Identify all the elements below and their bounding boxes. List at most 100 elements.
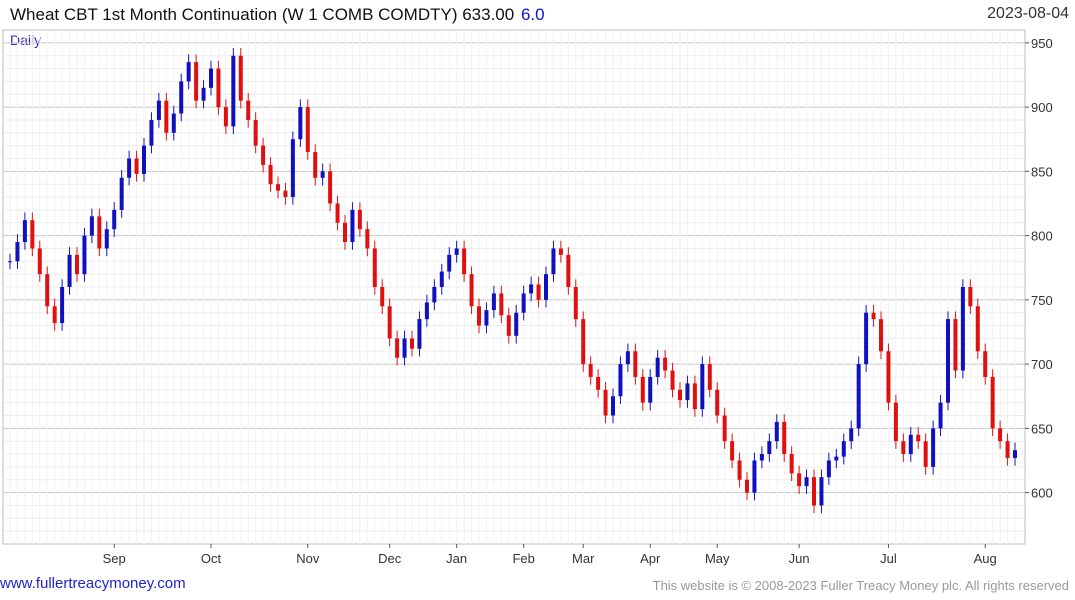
- candle-body: [179, 81, 184, 114]
- candle-body: [812, 477, 816, 506]
- candle-body: [298, 107, 303, 140]
- candle-body: [864, 312, 869, 365]
- y-tick-label: 850: [1031, 164, 1053, 179]
- candle-body: [395, 338, 400, 358]
- candle-body: [737, 460, 742, 480]
- x-tick-label: Dec: [378, 551, 402, 566]
- candle-body: [573, 287, 578, 320]
- candle-body: [648, 376, 653, 403]
- x-tick-label: Nov: [296, 551, 320, 566]
- candle-body: [968, 287, 973, 307]
- candle-body: [67, 254, 72, 287]
- candle-body: [82, 235, 87, 275]
- candle-body: [596, 376, 601, 390]
- candle-body: [22, 220, 27, 243]
- site-link[interactable]: www.fullertreacymoney.com: [0, 575, 186, 592]
- candle-body: [618, 364, 623, 397]
- candle-body: [350, 209, 355, 243]
- y-tick-label: 700: [1031, 357, 1053, 372]
- candle-body: [923, 441, 928, 467]
- candle-body: [603, 389, 608, 416]
- x-tick-label: Apr: [640, 551, 661, 566]
- y-tick-label: 950: [1031, 36, 1053, 51]
- period-label: Daily: [10, 32, 41, 48]
- candle-body: [37, 248, 42, 275]
- candle-body: [588, 364, 593, 377]
- candle-body: [484, 310, 489, 326]
- candle-body: [454, 248, 459, 255]
- candle-body: [529, 284, 534, 294]
- candle-body: [931, 428, 936, 467]
- x-tick-label: May: [705, 551, 730, 566]
- candle-body: [45, 274, 50, 307]
- candle-body: [261, 145, 266, 165]
- y-tick-label: 650: [1031, 421, 1053, 436]
- copyright-text: This website is © 2008-2023 Fuller Treac…: [652, 578, 1069, 593]
- candle-body: [432, 287, 437, 303]
- candle-body: [238, 55, 243, 101]
- candle-body: [268, 164, 273, 185]
- candle-body: [998, 428, 1003, 442]
- x-tick-label: Feb: [512, 551, 534, 566]
- candle-body: [521, 293, 526, 313]
- candle-body: [491, 293, 496, 311]
- candle-body: [283, 190, 288, 198]
- candle-body: [127, 158, 132, 178]
- candle-body: [52, 306, 57, 323]
- candle-body: [938, 402, 943, 429]
- y-tick-label: 900: [1031, 100, 1053, 115]
- candle-body: [372, 248, 377, 287]
- candle-body: [849, 428, 854, 442]
- candle-body: [819, 477, 824, 506]
- candle-body: [670, 370, 675, 390]
- candle-body: [216, 68, 221, 108]
- x-tick-label: Jan: [446, 551, 467, 566]
- candle-body: [209, 68, 213, 88]
- candle-body: [8, 261, 12, 263]
- candle-body: [730, 441, 735, 461]
- candle-body: [536, 284, 541, 300]
- candle-body: [276, 184, 280, 191]
- candle-body: [759, 454, 764, 461]
- x-tick-label: Sep: [103, 551, 126, 566]
- grid-layer: [3, 30, 1025, 544]
- candle-body: [223, 107, 228, 127]
- candle-body: [365, 229, 370, 249]
- candle-body: [164, 100, 169, 133]
- candle-body: [871, 312, 876, 320]
- candle-body: [745, 479, 749, 493]
- candle-body: [112, 209, 117, 230]
- candle-body: [841, 441, 846, 457]
- candle-body: [983, 351, 988, 377]
- candle-body: [447, 254, 452, 272]
- candle-body: [186, 62, 191, 82]
- candle-body: [767, 441, 772, 455]
- candle-body: [908, 434, 913, 455]
- candle-body: [789, 454, 794, 474]
- candle-body: [953, 319, 958, 371]
- candle-body: [1013, 450, 1017, 458]
- candle-body: [581, 319, 586, 365]
- candle-body: [89, 216, 94, 236]
- candle-body: [834, 456, 839, 461]
- x-tick-label: Oct: [201, 551, 222, 566]
- candle-body: [75, 254, 79, 275]
- candle-body: [97, 216, 102, 249]
- candlestick-chart: Daily 600 650 700 750 800 850 900 950 Sep Oct Nov D…: [2, 29, 1053, 566]
- candle-body: [119, 177, 124, 210]
- candle-body: [633, 351, 638, 377]
- candle-body: [901, 441, 906, 455]
- candle-body: [774, 421, 779, 442]
- x-tick-label: Jun: [789, 551, 810, 566]
- y-tick-label: 750: [1031, 293, 1053, 308]
- candle-body: [134, 158, 139, 174]
- candle-body: [692, 383, 697, 410]
- candle-body: [893, 402, 898, 442]
- x-tick-label: Mar: [572, 551, 595, 566]
- candle-body: [782, 421, 787, 455]
- candle-body: [343, 222, 347, 243]
- candle-body: [804, 477, 809, 487]
- candle-body: [402, 338, 407, 358]
- candle-body: [320, 171, 325, 178]
- candle-body: [469, 274, 474, 307]
